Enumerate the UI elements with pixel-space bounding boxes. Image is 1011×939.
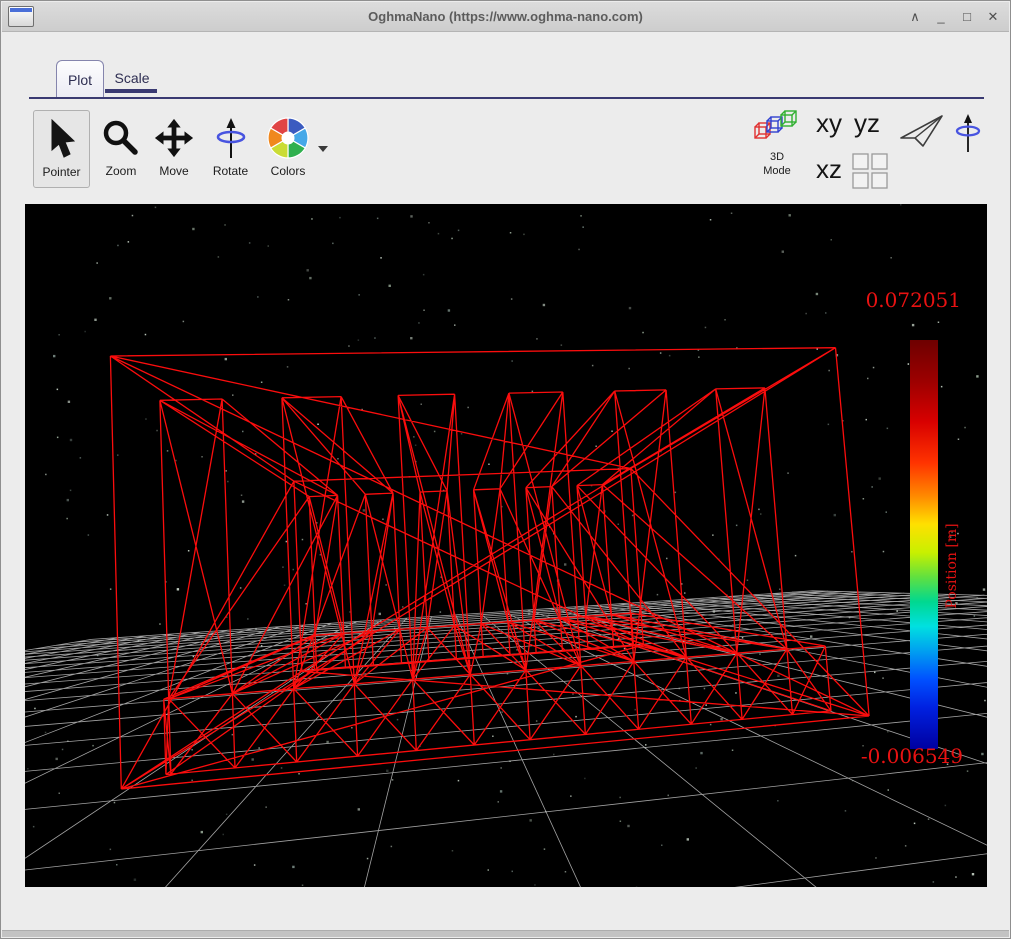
colorbar-axis-label: Position [m] <box>944 506 960 626</box>
zoom-button[interactable]: Zoom <box>95 110 147 188</box>
grid-2x2-icon <box>852 153 888 189</box>
move-arrows-icon <box>153 116 195 160</box>
colors-button[interactable]: Colors <box>259 110 317 188</box>
rotate-axis-icon <box>951 113 985 153</box>
shade-button[interactable]: ∧ <box>907 2 923 32</box>
tab-rule <box>29 97 984 99</box>
move-button[interactable]: Move <box>149 110 199 188</box>
color-wheel-icon <box>266 116 310 160</box>
export-button[interactable] <box>899 113 945 156</box>
rotate-button[interactable]: Rotate <box>203 110 258 188</box>
tab-plot[interactable]: Plot <box>56 60 104 98</box>
close-button[interactable]: ✕ <box>985 2 1001 32</box>
cursor-arrow-icon <box>45 117 79 161</box>
colorbar <box>910 340 938 749</box>
cubes-3d-icon <box>752 107 802 143</box>
paper-plane-icon <box>899 113 945 151</box>
view-xz-button[interactable]: xz <box>810 151 848 187</box>
window-title: OghmaNano (https://www.oghma-nano.com) <box>2 9 1009 24</box>
minimize-button[interactable]: _ <box>933 2 949 32</box>
pointer-button[interactable]: Pointer <box>33 110 90 188</box>
plot-viewport[interactable]: 0.072051 Position [m] -0.006549 <box>25 204 987 887</box>
3d-mode-button[interactable]: 3D Mode <box>749 107 805 191</box>
tab-indicator <box>105 89 157 93</box>
rotate-axis-icon <box>211 116 251 160</box>
view-xy-button[interactable]: xy <box>810 105 848 141</box>
scene-3d <box>25 204 987 887</box>
maximize-button[interactable]: □ <box>959 2 975 32</box>
colorbar-max-label: 0.072051 <box>866 288 961 312</box>
magnifier-icon <box>101 116 141 160</box>
app-window: OghmaNano (https://www.oghma-nano.com) ∧… <box>0 0 1011 939</box>
device-wireframe <box>110 348 869 789</box>
3d-mode-label: 3D Mode <box>757 150 797 178</box>
colorbar-min-label: -0.006549 <box>861 744 963 768</box>
titlebar[interactable]: OghmaNano (https://www.oghma-nano.com) ∧… <box>2 2 1009 32</box>
grid-2x2-button[interactable] <box>852 153 888 194</box>
rotate-view-button[interactable] <box>951 113 985 158</box>
window-resize-edge[interactable] <box>2 930 1009 937</box>
view-yz-button[interactable]: yz <box>848 105 886 141</box>
colors-dropdown-caret[interactable] <box>318 146 328 152</box>
